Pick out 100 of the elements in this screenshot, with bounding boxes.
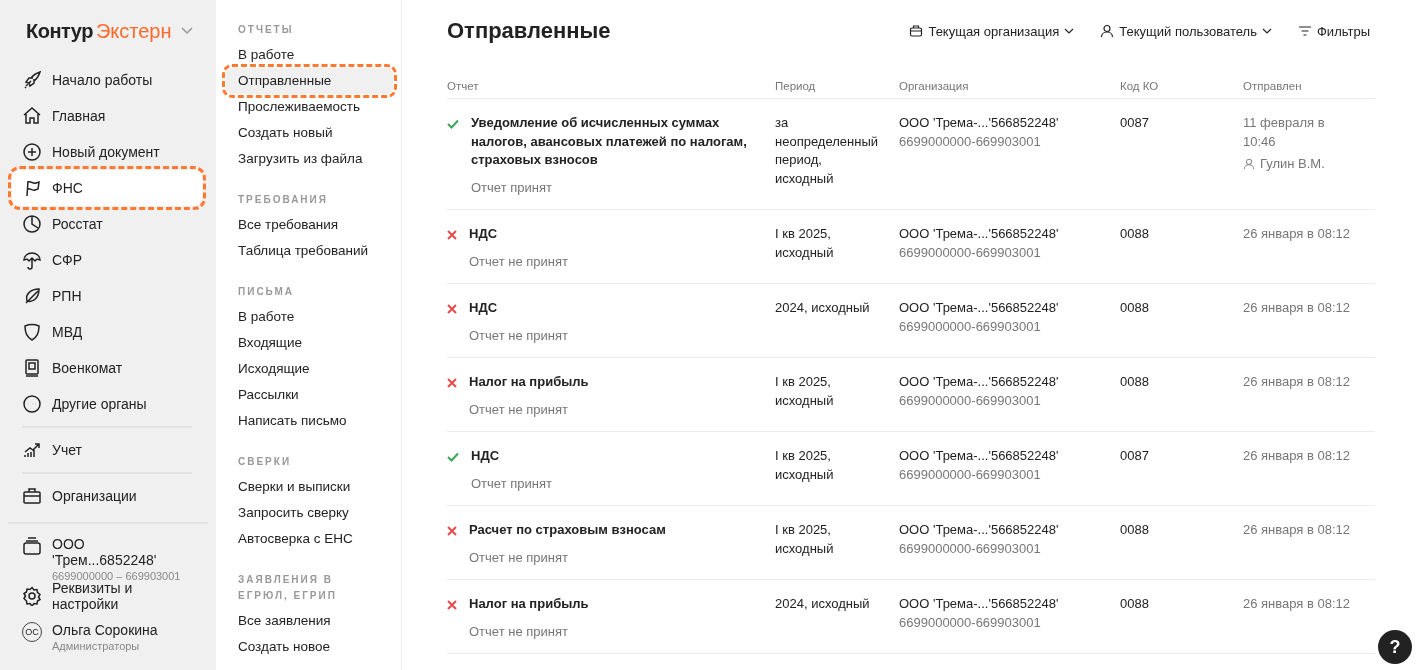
subnav-item[interactable]: Сверки и выписки bbox=[226, 474, 393, 500]
sent-date: 26 января в 08:12 bbox=[1243, 373, 1351, 391]
rocket-icon bbox=[22, 70, 42, 90]
organization-ids: 6699000000-669903001 bbox=[899, 465, 1041, 484]
period-cell-text: I кв 2025, исходный bbox=[775, 521, 835, 558]
sender-name: Гулин В.М. bbox=[1260, 155, 1325, 173]
period-cell-text: I кв 2025, исходный bbox=[775, 225, 835, 262]
pie-chart-icon bbox=[22, 214, 42, 234]
organization-ids: 6699000000-669903001 bbox=[899, 132, 1041, 151]
sent-date: 26 января в 08:12 bbox=[1243, 299, 1351, 317]
subnav-item[interactable]: Таблица требований bbox=[226, 238, 393, 264]
nav-item[interactable]: Начало работы bbox=[12, 62, 202, 98]
subnav-item[interactable]: В работе bbox=[226, 42, 393, 68]
section-title: СВЕРКИ bbox=[238, 455, 293, 469]
sent-date: 11 февраля в 10:46 bbox=[1243, 114, 1326, 151]
subnav-item[interactable]: Запросить сверку bbox=[226, 500, 393, 526]
report-name[interactable]: Налог на прибыль bbox=[469, 595, 589, 614]
organization-ids: 6699000000-669903001 bbox=[899, 391, 1041, 410]
report-name[interactable]: Расчет по страховым взносам bbox=[469, 521, 666, 540]
report-status: Отчет не принят bbox=[469, 252, 568, 271]
logo-brand: Контур bbox=[26, 19, 93, 43]
report-name[interactable]: НДС bbox=[471, 447, 552, 466]
subnav-item[interactable]: Рассылки bbox=[226, 382, 393, 408]
nav-item[interactable]: МВД bbox=[12, 314, 202, 350]
organization-ids: 6699000000 – 669903001 bbox=[52, 570, 182, 582]
nav-item[interactable]: СФР bbox=[12, 242, 202, 278]
subnav-item[interactable]: Создать новое bbox=[226, 634, 393, 660]
subnav-item[interactable]: В работе bbox=[226, 304, 393, 330]
help-button[interactable]: ? bbox=[1378, 630, 1412, 664]
badge-icon bbox=[22, 358, 42, 378]
subnav-item[interactable]: Автосверка с ЕНС bbox=[226, 526, 393, 552]
column-header: Отчет bbox=[447, 80, 480, 92]
organization-ids: 6699000000-669903001 bbox=[899, 613, 1041, 632]
subnav-item[interactable]: Прослеживаемость bbox=[226, 94, 393, 120]
report-name[interactable]: Налог на прибыль bbox=[469, 373, 589, 392]
section-title: ТРЕБОВАНИЯ bbox=[238, 193, 329, 207]
organization-ids: 6699000000-669903001 bbox=[899, 539, 1041, 558]
report-status: Отчет не принят bbox=[469, 326, 568, 345]
subnav-item[interactable]: Входящие bbox=[226, 330, 393, 356]
report-name[interactable]: НДС bbox=[469, 225, 568, 244]
filter-button[interactable]: Текущий пользователь bbox=[1098, 21, 1274, 41]
organization-name: ООО 'Трема-...'566852248' bbox=[899, 447, 1059, 465]
growth-chart-icon bbox=[22, 440, 42, 460]
filter-icon bbox=[1298, 24, 1312, 38]
subnav-item[interactable]: Все заявления bbox=[226, 608, 393, 634]
subnav-item[interactable]: Написать письмо bbox=[226, 408, 393, 434]
page-title: Отправленные bbox=[447, 18, 611, 44]
code-cell-text: 0088 bbox=[1120, 373, 1150, 391]
period-cell-text: 2024, исходный bbox=[775, 595, 871, 613]
section-title: ПИСЬМА bbox=[238, 285, 296, 299]
sent-date: 26 января в 08:12 bbox=[1243, 225, 1351, 243]
code-cell-text: 0088 bbox=[1120, 299, 1150, 317]
nav-item[interactable]: Организации bbox=[12, 478, 202, 514]
report-name[interactable]: Уведомление об исчисленных суммах налогов, авансовых платежей по налогам, страховых взносов bbox=[471, 114, 755, 170]
logo-product: Экстерн bbox=[95, 19, 172, 43]
organization-name: ООО 'Трема-...'566852248' bbox=[899, 225, 1059, 243]
organization-name: ООО 'Трем...6852248' bbox=[52, 536, 158, 568]
user-role: Администраторы bbox=[52, 640, 141, 652]
nav-item[interactable]: Военкомат bbox=[12, 350, 202, 386]
filter-button[interactable]: Текущая организация bbox=[907, 21, 1077, 41]
nav-item[interactable]: Главная bbox=[12, 98, 202, 134]
shield-icon bbox=[22, 322, 42, 342]
nav-item[interactable]: Росстат bbox=[12, 206, 202, 242]
organization-ids: 6699000000-669903001 bbox=[899, 317, 1041, 336]
organization-name: ООО 'Трема-...'566852248' bbox=[899, 299, 1059, 317]
nav-item[interactable]: Другие органы bbox=[12, 386, 202, 422]
column-header: Код КО bbox=[1120, 80, 1160, 92]
nav-item[interactable]: Новый документ bbox=[12, 134, 202, 170]
filter-button[interactable]: Фильтры bbox=[1296, 21, 1372, 41]
code-cell-text: 0087 bbox=[1120, 114, 1150, 132]
more-icon bbox=[22, 394, 42, 414]
plus-circle-icon bbox=[22, 142, 42, 162]
user-icon bbox=[1243, 158, 1255, 171]
subnav-item[interactable]: Загрузить из файла bbox=[226, 146, 393, 172]
chevron-down-icon bbox=[1064, 28, 1075, 34]
subnav-item[interactable]: Все требования bbox=[226, 212, 393, 238]
code-cell-text: 0088 bbox=[1120, 595, 1150, 613]
organization-name: ООО 'Трема-...'566852248' bbox=[899, 521, 1059, 539]
code-cell-text: 0088 bbox=[1120, 521, 1150, 539]
column-header: Организация bbox=[899, 80, 970, 92]
section-title: ЗАЯВЛЕНИЯ В ЕГРЮЛ, ЕГРИП bbox=[238, 573, 338, 603]
report-name[interactable]: НДС bbox=[469, 299, 568, 318]
code-cell-text: 0088 bbox=[1120, 225, 1150, 243]
subnav-item[interactable]: Создать новый bbox=[226, 120, 393, 146]
period-cell-text: за неопределенный период, исходный bbox=[775, 114, 880, 188]
sent-date: 26 января в 08:12 bbox=[1243, 521, 1351, 539]
user-name: Ольга Сорокина bbox=[52, 622, 158, 638]
user-menu[interactable]: ОС Ольга Сорокина Администраторы bbox=[12, 616, 202, 662]
subnav-item[interactable]: Исходящие bbox=[226, 356, 393, 382]
organization-name: ООО 'Трема-...'566852248' bbox=[899, 595, 1059, 613]
settings-icon bbox=[22, 586, 42, 606]
house-icon bbox=[22, 106, 42, 126]
organization-name: ООО 'Трема-...'566852248' bbox=[899, 373, 1059, 391]
sent-date: 26 января в 08:12 bbox=[1243, 447, 1351, 465]
briefcase-icon bbox=[22, 486, 42, 506]
nav-item[interactable]: Учет bbox=[12, 432, 202, 468]
column-header: Отправлен bbox=[1243, 80, 1303, 92]
chevron-down-icon[interactable] bbox=[181, 27, 194, 35]
nav-item[interactable]: РПН bbox=[12, 278, 202, 314]
report-status: Отчет не принят bbox=[469, 400, 569, 419]
